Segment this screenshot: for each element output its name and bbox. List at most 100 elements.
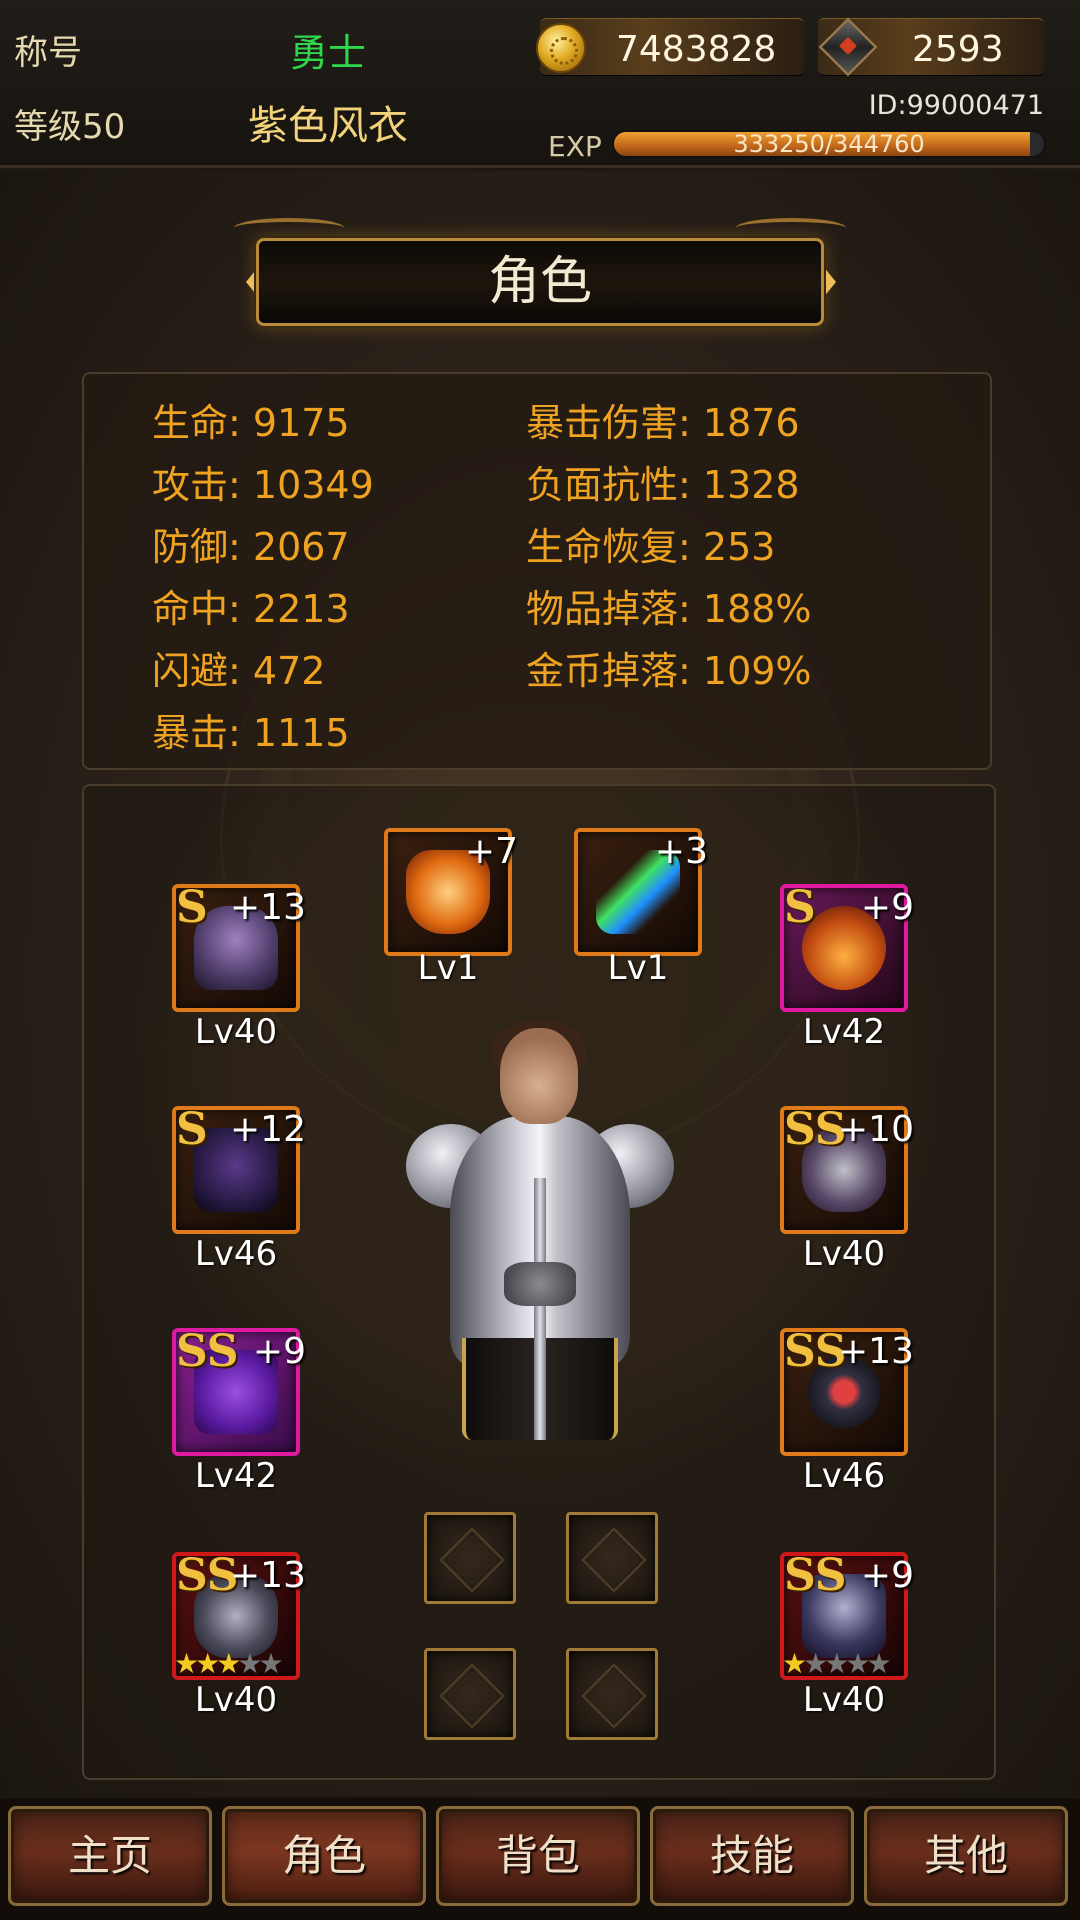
gem-value: 2593	[912, 29, 1004, 70]
stat-label: 负面抗性	[526, 463, 679, 507]
star-empty-icon: ★	[803, 1647, 828, 1680]
gold-coin-icon	[536, 23, 586, 73]
top-status-bar: 称号 勇士 等级50 紫色风衣 7483828 2593 ID:99000471…	[0, 0, 1080, 168]
equip-slot-ring[interactable]: SS +13 Lv46	[780, 1328, 914, 1496]
gem-icon	[818, 17, 878, 77]
level-label: 等级50	[14, 107, 126, 147]
nav-character-button[interactable]: 角色	[222, 1806, 426, 1906]
enhance-level: +13	[230, 887, 306, 928]
stat-attack: 攻击: 10349	[152, 466, 374, 504]
enhance-level: +7	[464, 831, 518, 872]
stat-hp-regen: 生命恢复: 253	[526, 528, 775, 566]
stat-value: : 1328	[678, 463, 800, 507]
grade-badge: SS	[176, 1326, 239, 1377]
stat-value: : 2213	[228, 587, 350, 631]
enhance-level: +3	[654, 831, 708, 872]
stat-value: : 253	[678, 525, 776, 569]
stat-value: : 109%	[678, 649, 812, 693]
page-title: 角色	[487, 252, 592, 312]
item-level: Lv40	[194, 1012, 278, 1052]
enhance-level: +9	[252, 1331, 306, 1372]
star-filled-icon: ★	[216, 1647, 241, 1680]
character-head	[500, 1028, 578, 1124]
enhance-level: +13	[838, 1331, 914, 1372]
title-value[interactable]: 勇士	[290, 34, 366, 72]
empty-socket-1[interactable]	[424, 1512, 516, 1604]
nav-bag-button[interactable]: 背包	[436, 1806, 640, 1906]
stat-debuff-resist: 负面抗性: 1328	[526, 466, 800, 504]
equip-slot-armor[interactable]: S +12 Lv46	[172, 1104, 306, 1274]
star-rating: ★★★★★	[782, 1647, 892, 1680]
stats-panel: 生命: 9175 攻击: 10349 防御: 2067 命中: 2213 闪避:…	[82, 372, 992, 770]
gold-counter[interactable]: 7483828	[536, 18, 804, 76]
exp-text: 333250/344760	[733, 130, 925, 158]
equip-slot-feather[interactable]: +3 Lv1	[574, 828, 708, 988]
stat-label: 生命	[152, 401, 229, 445]
item-level: Lv46	[802, 1456, 886, 1496]
enhance-level: +10	[838, 1109, 914, 1150]
exp-label: EXP	[548, 130, 602, 163]
stat-value: : 188%	[678, 587, 812, 631]
nav-skills-button[interactable]: 技能	[650, 1806, 854, 1906]
item-level: Lv40	[194, 1680, 278, 1720]
grade-badge: S	[784, 882, 816, 933]
stat-label: 暴击	[152, 711, 229, 755]
stat-label: 命中	[152, 587, 229, 631]
stat-value: : 2067	[228, 525, 350, 569]
stat-item-drop: 物品掉落: 188%	[526, 590, 812, 628]
exp-progress-bar: 333250/344760	[612, 130, 1046, 158]
gold-value: 7483828	[616, 29, 777, 70]
item-level: Lv1	[417, 948, 479, 988]
stat-dodge: 闪避: 472	[152, 652, 325, 690]
item-level: Lv42	[194, 1456, 278, 1496]
stat-crit: 暴击: 1115	[152, 714, 350, 752]
enhance-level: +12	[230, 1109, 306, 1150]
equip-slot-necklace[interactable]: S +9 Lv42	[780, 882, 914, 1052]
empty-socket-2[interactable]	[566, 1512, 658, 1604]
star-empty-icon: ★	[237, 1647, 262, 1680]
item-level: Lv46	[194, 1234, 278, 1274]
item-level: Lv40	[802, 1680, 886, 1720]
item-level: Lv42	[802, 1012, 886, 1052]
equip-slot-legs[interactable]: SS +9 Lv42	[172, 1326, 306, 1496]
stat-value: : 472	[228, 649, 326, 693]
stat-value: : 1876	[678, 401, 800, 445]
equip-slot-gloves[interactable]: SS +10 Lv40	[780, 1106, 914, 1274]
stat-value: : 10349	[228, 463, 374, 507]
character-portrait	[392, 1020, 688, 1440]
star-rating: ★★★★★	[174, 1647, 284, 1680]
equipment-name: 紫色风衣	[248, 103, 408, 149]
stat-gold-drop: 金币掉落: 109%	[526, 652, 812, 690]
gem-counter[interactable]: 2593	[818, 17, 1044, 77]
grade-badge: S	[176, 1104, 208, 1155]
star-empty-icon: ★	[845, 1647, 870, 1680]
stat-label: 闪避	[152, 649, 229, 693]
star-empty-icon: ★	[866, 1647, 891, 1680]
enhance-level: +9	[860, 1555, 914, 1596]
nav-home-button[interactable]: 主页	[8, 1806, 212, 1906]
stat-label: 暴击伤害	[526, 401, 679, 445]
nav-label: 角色	[281, 1831, 366, 1880]
stat-label: 防御	[152, 525, 229, 569]
empty-socket-4[interactable]	[566, 1648, 658, 1740]
item-level: Lv40	[802, 1234, 886, 1274]
stat-hp: 生命: 9175	[152, 404, 350, 442]
equip-slot-helmet[interactable]: S +13 Lv40	[172, 884, 306, 1052]
enhance-level: +9	[860, 887, 914, 928]
star-filled-icon: ★	[195, 1647, 220, 1680]
stat-accuracy: 命中: 2213	[152, 590, 350, 628]
empty-socket-3[interactable]	[424, 1648, 516, 1740]
nav-label: 主页	[67, 1831, 152, 1880]
equip-slot-weapon[interactable]: SS +13 ★★★★★ Lv40	[172, 1552, 306, 1720]
nav-other-button[interactable]: 其他	[864, 1806, 1068, 1906]
nav-label: 其他	[923, 1831, 1008, 1880]
nav-label: 背包	[495, 1831, 580, 1880]
star-empty-icon: ★	[258, 1647, 283, 1680]
star-filled-icon: ★	[782, 1647, 807, 1680]
equip-slot-boots[interactable]: SS +9 ★★★★★ Lv40	[780, 1552, 914, 1720]
equip-slot-wings[interactable]: +7 Lv1	[384, 828, 518, 988]
stat-label: 金币掉落	[526, 649, 679, 693]
stat-value: : 9175	[228, 401, 350, 445]
character-sword	[534, 1178, 546, 1440]
enhance-level: +13	[230, 1555, 306, 1596]
